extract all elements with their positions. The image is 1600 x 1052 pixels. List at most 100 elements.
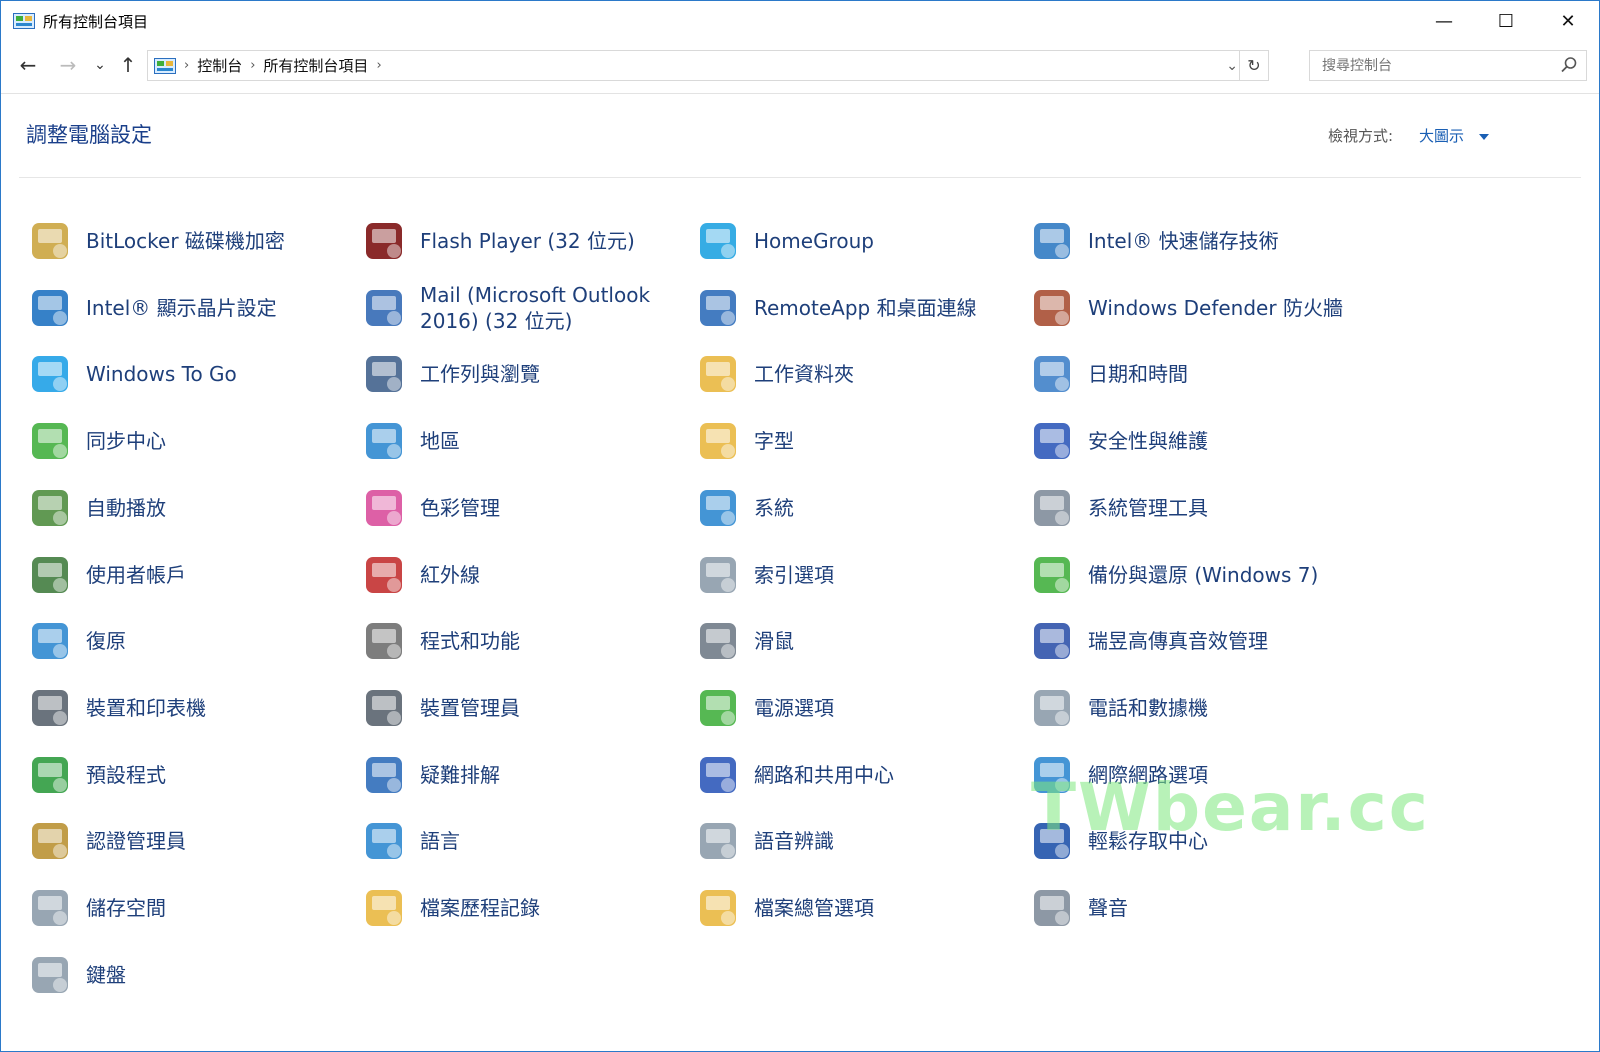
control-panel-item[interactable]: 工作列與瀏覽 xyxy=(360,344,690,404)
back-button[interactable]: ← xyxy=(15,49,41,81)
control-panel-item[interactable]: Intel® 顯示晶片設定 xyxy=(26,278,356,338)
title-bar[interactable]: 所有控制台項目 — ☐ ✕ xyxy=(1,1,1599,41)
breadcrumb-all-items[interactable]: 所有控制台項目 xyxy=(263,55,368,76)
control-panel-item[interactable]: HomeGroup xyxy=(694,211,1024,271)
remoteapp-icon xyxy=(700,289,736,326)
control-panel-item[interactable]: 語言 xyxy=(360,811,690,871)
devices-printers-icon xyxy=(32,689,68,726)
control-panel-item[interactable]: 電源選項 xyxy=(694,678,1024,738)
control-panel-item[interactable]: 復原 xyxy=(26,611,356,671)
control-panel-item[interactable]: 滑鼠 xyxy=(694,611,1024,671)
control-panel-item-label: 裝置管理員 xyxy=(420,695,520,720)
control-panel-item-label: 網路和共用中心 xyxy=(754,762,894,787)
indexing-icon xyxy=(700,556,736,593)
control-panel-item-label: 系統管理工具 xyxy=(1088,495,1208,520)
control-panel-item[interactable]: 檔案歷程記錄 xyxy=(360,878,690,938)
control-panel-item[interactable]: 程式和功能 xyxy=(360,611,690,671)
bitlocker-icon xyxy=(32,223,68,259)
control-panel-item[interactable]: 聲音 xyxy=(1028,878,1358,938)
forward-button[interactable]: → xyxy=(55,49,81,81)
breadcrumb-separator[interactable]: › xyxy=(184,58,189,73)
realtek-audio-icon xyxy=(1034,623,1070,660)
default-programs-icon xyxy=(32,756,68,793)
maximize-button[interactable]: ☐ xyxy=(1475,1,1537,41)
control-panel-item-label: 備份與還原 (Windows 7) xyxy=(1088,562,1319,587)
troubleshooting-icon xyxy=(366,756,402,793)
work-folders-icon xyxy=(700,356,736,393)
search-input[interactable] xyxy=(1320,56,1554,75)
refresh-icon[interactable]: ↻ xyxy=(1239,51,1268,80)
search-box[interactable] xyxy=(1309,50,1587,81)
control-panel-item[interactable]: 備份與還原 (Windows 7) xyxy=(1028,545,1358,605)
close-button[interactable]: ✕ xyxy=(1537,1,1599,41)
control-panel-item[interactable]: 瑞昱高傳真音效管理 xyxy=(1028,611,1358,671)
control-panel-item[interactable]: 網路和共用中心 xyxy=(694,745,1024,805)
control-panel-item[interactable]: 語音辨識 xyxy=(694,811,1024,871)
search-icon[interactable] xyxy=(1560,56,1578,74)
control-panel-item[interactable]: Windows Defender 防火牆 xyxy=(1028,278,1358,338)
device-manager-icon xyxy=(366,689,402,726)
control-panel-item[interactable]: 電話和數據機 xyxy=(1028,678,1358,738)
firewall-icon xyxy=(1034,289,1070,326)
address-bar[interactable]: › 控制台 › 所有控制台項目 › ⌄ ↻ xyxy=(147,50,1269,81)
breadcrumb-separator[interactable]: › xyxy=(250,58,255,73)
up-button[interactable]: ↑ xyxy=(115,49,141,81)
control-panel-item-label: 瑞昱高傳真音效管理 xyxy=(1088,629,1268,654)
control-panel-item[interactable]: 工作資料夾 xyxy=(694,344,1024,404)
minimize-button[interactable]: — xyxy=(1413,1,1475,41)
control-panel-item-label: 語音辨識 xyxy=(754,829,834,854)
breadcrumb-separator[interactable]: › xyxy=(376,58,381,73)
control-panel-item[interactable]: 安全性與維護 xyxy=(1028,411,1358,471)
control-panel-item-label: BitLocker 磁碟機加密 xyxy=(86,229,285,253)
address-dropdown-icon[interactable]: ⌄ xyxy=(1226,51,1238,80)
watermark: TWbear.cc xyxy=(1031,769,1430,846)
view-by-selector[interactable]: 大圖示 xyxy=(1419,125,1464,146)
control-panel-item[interactable]: 鍵盤 xyxy=(26,945,356,1005)
control-panel-item[interactable]: Intel® 快速儲存技術 xyxy=(1028,211,1358,271)
control-panel-item[interactable]: 日期和時間 xyxy=(1028,344,1358,404)
control-panel-item[interactable]: 疑難排解 xyxy=(360,745,690,805)
control-panel-item-label: 復原 xyxy=(86,629,126,654)
mouse-icon xyxy=(700,623,736,660)
control-panel-item[interactable]: 認證管理員 xyxy=(26,811,356,871)
breadcrumb-control-panel[interactable]: 控制台 xyxy=(197,55,242,76)
control-panel-item[interactable]: 裝置管理員 xyxy=(360,678,690,738)
control-panel-item[interactable]: RemoteApp 和桌面連線 xyxy=(694,278,1024,338)
region-icon xyxy=(366,423,402,460)
backup-icon xyxy=(1034,556,1070,593)
control-panel-item[interactable]: 系統管理工具 xyxy=(1028,478,1358,538)
page-title: 調整電腦設定 xyxy=(26,123,152,147)
control-panel-item[interactable]: Windows To Go xyxy=(26,344,356,404)
control-panel-item[interactable]: 預設程式 xyxy=(26,745,356,805)
control-panel-item[interactable]: 系統 xyxy=(694,478,1024,538)
user-accounts-icon xyxy=(32,556,68,593)
file-history-icon xyxy=(366,890,402,926)
credential-manager-icon xyxy=(32,823,68,860)
control-panel-item[interactable]: 索引選項 xyxy=(694,545,1024,605)
control-panel-item-label: Intel® 快速儲存技術 xyxy=(1088,229,1279,253)
control-panel-item[interactable]: 裝置和印表機 xyxy=(26,678,356,738)
control-panel-item[interactable]: 檔案總管選項 xyxy=(694,878,1024,938)
recent-locations-button[interactable]: ⌄ xyxy=(87,49,113,81)
control-panel-item[interactable]: 使用者帳戶 xyxy=(26,545,356,605)
control-panel-item-label: 電話和數據機 xyxy=(1088,695,1208,720)
control-panel-item[interactable]: 同步中心 xyxy=(26,411,356,471)
control-panel-item[interactable]: 字型 xyxy=(694,411,1024,471)
control-panel-item-label: HomeGroup xyxy=(754,229,874,253)
control-panel-item[interactable]: 色彩管理 xyxy=(360,478,690,538)
autoplay-icon xyxy=(32,489,68,526)
header-divider xyxy=(19,177,1581,178)
control-panel-item[interactable]: BitLocker 磁碟機加密 xyxy=(26,211,356,271)
control-panel-item[interactable]: 地區 xyxy=(360,411,690,471)
control-panel-item-label: 系統 xyxy=(754,495,794,520)
system-icon xyxy=(700,489,736,526)
control-panel-item-label: 地區 xyxy=(420,429,460,454)
control-panel-item-label: 安全性與維護 xyxy=(1088,429,1208,454)
control-panel-item[interactable]: 自動播放 xyxy=(26,478,356,538)
control-panel-item[interactable]: Mail (Microsoft Outlook 2016) (32 位元) xyxy=(360,278,690,338)
control-panel-item[interactable]: 紅外線 xyxy=(360,545,690,605)
view-dropdown-icon[interactable] xyxy=(1479,134,1489,140)
control-panel-item[interactable]: Flash Player (32 位元) xyxy=(360,211,690,271)
sound-icon xyxy=(1034,890,1070,926)
control-panel-item[interactable]: 儲存空間 xyxy=(26,878,356,938)
